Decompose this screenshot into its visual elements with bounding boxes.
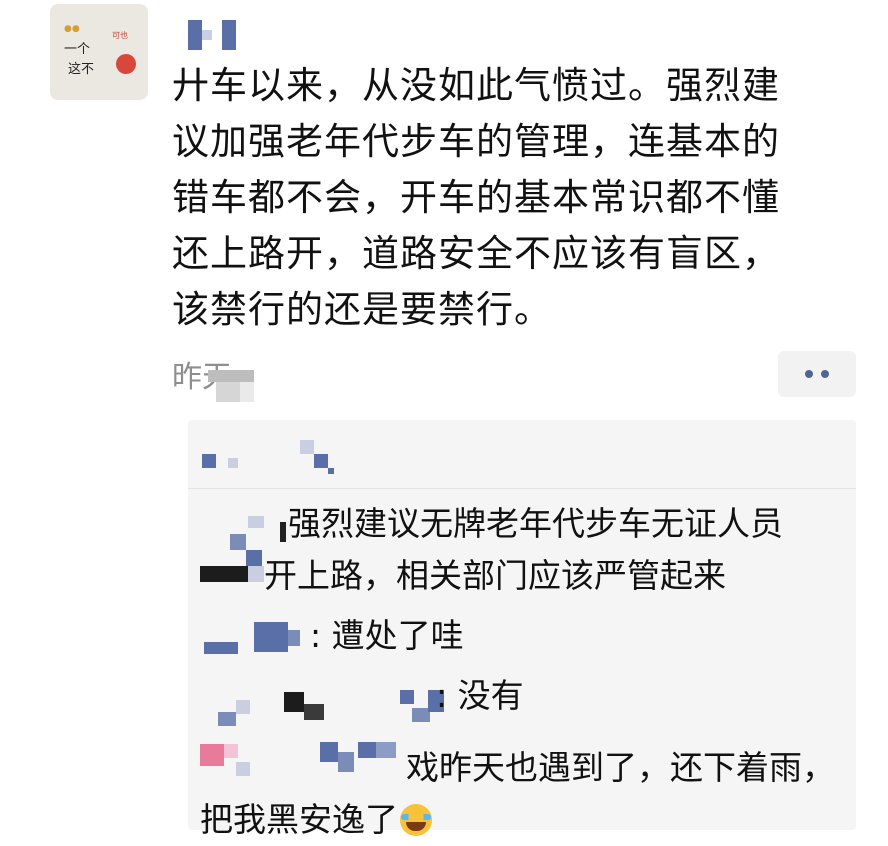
post-text-line: 错车都不会，开车的基本常识都不懂 — [172, 176, 780, 219]
comment-text-line: 戏昨天也遇到了，还下着雨， — [406, 748, 835, 787]
user-avatar[interactable]: ●● 一个 可也 这不 — [50, 4, 148, 100]
comment-text: : 没有 — [436, 676, 524, 715]
post-text-line: 该禁行的还是要禁行。 — [172, 288, 552, 331]
post-text-line: 还上路开，道路安全不应该有盲区， — [172, 232, 780, 275]
laughing-crying-emoji-icon — [400, 804, 432, 836]
redacted-username[interactable] — [184, 14, 254, 54]
comment-text: : 遭处了哇 — [310, 616, 464, 655]
comment-text-line: 强烈建议无牌老年代步车无证人员 — [288, 504, 783, 543]
comment-text-line-with-emoji: 把我黑安逸了 — [200, 794, 835, 846]
comment-text: 把我黑安逸了 — [200, 800, 398, 839]
redacted-commenter-3[interactable] — [200, 682, 450, 732]
comment-text-line: 开上路，相关部门应该严管起来 — [264, 556, 726, 595]
avatar-text-line1: 一个 — [64, 42, 91, 57]
comment-divider — [188, 488, 856, 489]
avatar-red-badge — [116, 54, 136, 74]
comment-box: 强烈建议无牌老年代步车无证人员 开上路，相关部门应该严管起来 : 遭处了哇 : … — [188, 420, 856, 839]
redacted-likes[interactable] — [200, 436, 340, 476]
more-dot-icon — [805, 370, 813, 378]
redacted-commenter-2[interactable] — [200, 616, 318, 662]
comment-item[interactable]: 戏昨天也遇到了，还下着雨， 把我黑安逸了 — [200, 742, 835, 846]
redacted-timestamp-overlay — [206, 362, 256, 404]
post-text-line: 议加强老年代步车的管理，连基本的 — [172, 120, 780, 163]
comment-item[interactable]: 强烈建议无牌老年代步车无证人员 开上路，相关部门应该严管起来 — [264, 498, 783, 602]
more-options-button[interactable] — [778, 351, 856, 397]
post-text-line: 廾车以来，从没如此气愤过。强烈建 — [172, 64, 780, 107]
post-text: 廾车以来，从没如此气愤过。强烈建 议加强老年代步车的管理，连基本的 错车都不会，… — [172, 58, 872, 338]
comment-item[interactable]: : 没有 — [436, 670, 524, 722]
more-dot-icon — [821, 370, 829, 378]
comment-item[interactable]: : 遭处了哇 — [310, 610, 464, 662]
avatar-dots: ●● — [64, 24, 80, 34]
avatar-text-line2: 这不 — [68, 62, 95, 77]
avatar-tag: 可也 — [112, 31, 128, 40]
